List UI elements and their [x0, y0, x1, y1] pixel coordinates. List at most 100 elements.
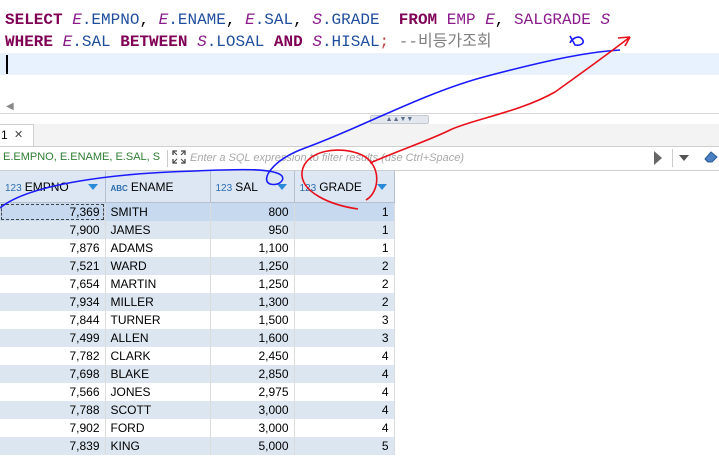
table-cell-ename[interactable]: MILLER: [105, 293, 211, 311]
sql-keyword-and: AND: [273, 33, 303, 51]
table-row[interactable]: 7,698 BLAKE 2,850 4: [0, 365, 395, 383]
filter-input[interactable]: [190, 149, 645, 167]
eraser-icon[interactable]: [704, 151, 718, 163]
column-header-ename[interactable]: ABC ENAME: [105, 171, 211, 203]
table-cell-sal[interactable]: 1,250: [210, 275, 295, 293]
table-cell-sal[interactable]: 800: [210, 202, 295, 221]
table-cell-ename[interactable]: TURNER: [105, 311, 211, 329]
table-cell-grade[interactable]: 4: [294, 419, 395, 437]
panel-splitter[interactable]: ▲▲▼▼: [0, 113, 719, 124]
table-row[interactable]: 7,934 MILLER 1,300 2: [0, 293, 395, 311]
table-cell-ename[interactable]: BLAKE: [105, 365, 211, 383]
table-cell-ename[interactable]: MARTIN: [105, 275, 211, 293]
expand-icon[interactable]: [172, 150, 186, 164]
table-cell-ename[interactable]: ALLEN: [105, 329, 211, 347]
table-row[interactable]: 7,654 MARTIN 1,250 2: [0, 275, 395, 293]
column-header-empno[interactable]: 123 EMPNO: [0, 171, 106, 203]
table-row[interactable]: 7,876 ADAMS 1,100 1: [0, 239, 395, 257]
table-cell-ename[interactable]: JAMES: [105, 221, 211, 239]
table-cell-sal[interactable]: 5,000: [210, 437, 295, 455]
table-cell-empno[interactable]: 7,499: [0, 329, 106, 347]
table-cell-empno[interactable]: 7,876: [0, 239, 106, 257]
table-cell-sal[interactable]: 950: [210, 221, 295, 239]
table-row[interactable]: 7,900 JAMES 950 1: [0, 221, 395, 239]
table-cell-sal[interactable]: 1,600: [210, 329, 295, 347]
sql-line-2[interactable]: WHERE E.SAL BETWEEN S.LOSAL AND S.HISAL;…: [5, 31, 492, 53]
sql-alias: E: [72, 11, 82, 29]
table-row[interactable]: 7,369 SMITH 800 1: [0, 202, 395, 221]
filter-history-label[interactable]: E.EMPNO, E.ENAME, E.SAL, S: [3, 151, 165, 163]
table-cell-sal[interactable]: 1,250: [210, 257, 295, 275]
table-cell-empno[interactable]: 7,369: [0, 202, 106, 221]
sql-comma: ,: [293, 11, 303, 29]
table-cell-grade[interactable]: 4: [294, 347, 395, 365]
table-cell-ename[interactable]: JONES: [105, 383, 211, 401]
table-cell-grade[interactable]: 2: [294, 275, 395, 293]
table-row[interactable]: 7,902 FORD 3,000 4: [0, 419, 395, 437]
table-cell-sal[interactable]: 3,000: [210, 419, 295, 437]
tab-results-1[interactable]: 1 ✕: [0, 124, 34, 146]
table-cell-empno[interactable]: 7,654: [0, 275, 106, 293]
table-cell-empno[interactable]: 7,902: [0, 419, 106, 437]
table-cell-empno[interactable]: 7,844: [0, 311, 106, 329]
sql-editor[interactable]: SELECT E.EMPNO, E.ENAME, E.SAL, S.GRADE …: [0, 0, 719, 100]
table-cell-grade[interactable]: 2: [294, 257, 395, 275]
table-row[interactable]: 7,844 TURNER 1,500 3: [0, 311, 395, 329]
table-cell-grade[interactable]: 1: [294, 202, 395, 221]
table-cell-grade[interactable]: 1: [294, 239, 395, 257]
table-cell-empno[interactable]: 7,900: [0, 221, 106, 239]
table-cell-sal[interactable]: 1,500: [210, 311, 295, 329]
table-cell-empno[interactable]: 7,788: [0, 401, 106, 419]
table-row[interactable]: 7,839 KING 5,000 5: [0, 437, 395, 455]
sql-field: .EMPNO: [81, 11, 140, 29]
table-cell-ename[interactable]: SMITH: [105, 202, 211, 221]
sql-alias: E: [245, 11, 255, 29]
table-cell-ename[interactable]: KING: [105, 437, 211, 455]
table-cell-sal[interactable]: 3,000: [210, 401, 295, 419]
scroll-left-icon[interactable]: ◀: [6, 101, 14, 112]
table-cell-empno[interactable]: 7,782: [0, 347, 106, 365]
table-cell-grade[interactable]: 4: [294, 383, 395, 401]
apply-filter-icon[interactable]: [654, 151, 662, 165]
close-icon[interactable]: ✕: [14, 125, 23, 145]
sort-icon[interactable]: [276, 184, 287, 190]
table-cell-empno[interactable]: 7,698: [0, 365, 106, 383]
sql-line-current[interactable]: [0, 53, 719, 75]
table-cell-ename[interactable]: CLARK: [105, 347, 211, 365]
sql-line-1[interactable]: SELECT E.EMPNO, E.ENAME, E.SAL, S.GRADE …: [5, 9, 610, 31]
table-cell-ename[interactable]: ADAMS: [105, 239, 211, 257]
result-grid[interactable]: 123 EMPNO ABC ENAME 123 SAL 123 GRADE 7,369 SMIT…: [0, 171, 395, 455]
table-row[interactable]: 7,521 WARD 1,250 2: [0, 257, 395, 275]
table-cell-sal[interactable]: 2,450: [210, 347, 295, 365]
table-cell-grade[interactable]: 3: [294, 311, 395, 329]
sql-comma: ,: [494, 11, 505, 29]
table-cell-empno[interactable]: 7,521: [0, 257, 106, 275]
table-row[interactable]: 7,782 CLARK 2,450 4: [0, 347, 395, 365]
table-cell-grade[interactable]: 3: [294, 329, 395, 347]
table-cell-sal[interactable]: 2,850: [210, 365, 295, 383]
table-cell-sal[interactable]: 1,300: [210, 293, 295, 311]
table-cell-ename[interactable]: SCOTT: [105, 401, 211, 419]
column-header-sal[interactable]: 123 SAL: [210, 171, 295, 203]
table-cell-empno[interactable]: 7,934: [0, 293, 106, 311]
table-cell-sal[interactable]: 1,100: [210, 239, 295, 257]
column-header-grade[interactable]: 123 GRADE: [294, 171, 395, 203]
table-cell-sal[interactable]: 2,975: [210, 383, 295, 401]
splitter-handle[interactable]: ▲▲▼▼: [370, 115, 429, 124]
table-cell-grade[interactable]: 5: [294, 437, 395, 455]
table-cell-grade[interactable]: 2: [294, 293, 395, 311]
filter-dropdown-button[interactable]: [672, 149, 695, 167]
table-cell-ename[interactable]: FORD: [105, 419, 211, 437]
table-row[interactable]: 7,566 JONES 2,975 4: [0, 383, 395, 401]
sort-icon[interactable]: [87, 184, 98, 190]
table-row[interactable]: 7,499 ALLEN 1,600 3: [0, 329, 395, 347]
table-cell-empno[interactable]: 7,566: [0, 383, 106, 401]
table-cell-ename[interactable]: WARD: [105, 257, 211, 275]
table-row[interactable]: 7,788 SCOTT 3,000 4: [0, 401, 395, 419]
sort-icon[interactable]: [376, 184, 387, 190]
table-cell-empno[interactable]: 7,839: [0, 437, 106, 455]
table-cell-grade[interactable]: 4: [294, 365, 395, 383]
table-cell-grade[interactable]: 1: [294, 221, 395, 239]
table-cell-grade[interactable]: 4: [294, 401, 395, 419]
sql-comment: --비등가조회: [398, 33, 492, 51]
